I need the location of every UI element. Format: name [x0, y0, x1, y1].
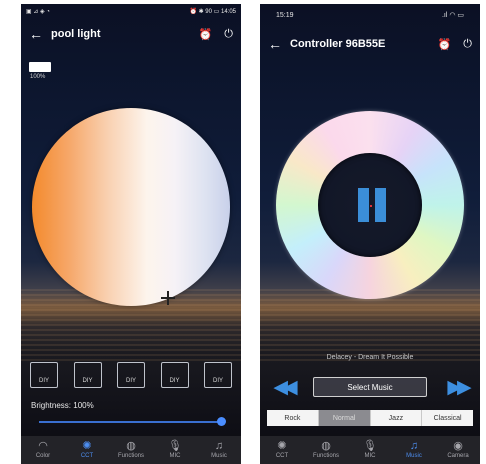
- status-right: .ıl ◠ ▭: [441, 12, 464, 19]
- nav-item-music[interactable]: ♫ Music: [197, 436, 241, 464]
- top-icons: ⏰ ⏻: [199, 28, 241, 41]
- nav-item-mic[interactable]: 🎙 MIC: [348, 436, 392, 464]
- alarm-clock-icon[interactable]: ⏰: [199, 28, 213, 41]
- back-arrow-icon[interactable]: ←: [21, 26, 51, 42]
- nav-label: CCT: [80, 453, 94, 459]
- nav-item-music[interactable]: ♫ Music: [392, 436, 436, 464]
- nav-label: MIC: [169, 453, 181, 459]
- music-screen: 15:19 .ıl ◠ ▭ ← Controller 96B55E ⏰ ⏻ De…: [260, 4, 480, 464]
- nav-item-mic[interactable]: 🎙 MIC: [153, 436, 197, 464]
- status-bar: 15:19 .ıl ◠ ▭: [260, 4, 480, 26]
- swatch-brightness-label: 100%: [30, 74, 46, 80]
- pause-icon-right-bar[interactable]: [375, 188, 386, 222]
- nav-item-camera[interactable]: ◉ Camera: [436, 436, 480, 464]
- music-controls: ◀◀ Select Music ▶▶: [266, 376, 474, 398]
- brightness-slider-track[interactable]: [39, 421, 223, 423]
- nav-item-color[interactable]: ◠ Color: [21, 436, 65, 464]
- genre-normal[interactable]: Normal: [318, 410, 371, 426]
- nav-label: Color: [35, 453, 51, 459]
- color-swatch: [29, 62, 51, 72]
- power-icon[interactable]: ⏻: [224, 28, 233, 41]
- cct-color-wheel[interactable]: [32, 108, 230, 306]
- microphone-icon: 🎙: [168, 440, 182, 452]
- camera-icon: ◉: [453, 440, 463, 452]
- diy-buttons: DIY DIY DIY DIY DIY: [30, 362, 232, 388]
- music-note-icon: ♫: [214, 440, 224, 452]
- stripes-ball-icon: ◍: [321, 440, 331, 452]
- nav-item-cct[interactable]: ✺ CCT: [65, 436, 109, 464]
- genre-rock[interactable]: Rock: [267, 410, 319, 426]
- nav-label: CCT: [275, 453, 289, 459]
- top-bar: ← Controller 96B55E ⏰ ⏻: [260, 31, 480, 57]
- power-icon[interactable]: ⏻: [463, 38, 472, 51]
- alarm-clock-icon[interactable]: ⏰: [438, 38, 452, 51]
- brightness-slider-knob[interactable]: [217, 417, 226, 426]
- stripes-ball-icon: ◍: [126, 440, 136, 452]
- song-title: Delacey - Dream It Possible: [326, 354, 414, 361]
- status-time: 15:19: [276, 11, 294, 19]
- page-title: Controller 96B55E: [290, 38, 386, 50]
- top-icons: ⏰ ⏻: [438, 38, 480, 51]
- pause-icon-left-bar[interactable]: [358, 188, 369, 222]
- pause-center-dot: [370, 205, 372, 207]
- diy-button-3[interactable]: DIY: [117, 362, 145, 388]
- nav-label: Functions: [312, 453, 339, 459]
- crosshair-icon[interactable]: [161, 291, 175, 305]
- microphone-icon: 🎙: [363, 440, 377, 452]
- nav-label: Functions: [117, 453, 144, 459]
- diy-button-2[interactable]: DIY: [73, 362, 102, 388]
- nav-item-cct[interactable]: ✺ CCT: [260, 436, 304, 464]
- cct-screen: ▣ ⊿ ◈ ◔ ⏰ ✱ 90 ▭ 14:05 ← pool light ⏰ ⏻ …: [21, 4, 241, 464]
- genre-jazz[interactable]: Jazz: [370, 410, 423, 426]
- genre-classical[interactable]: Classical: [422, 410, 473, 426]
- nav-label: MIC: [364, 453, 376, 459]
- nav-item-functions[interactable]: ◍ Functions: [304, 436, 348, 464]
- nav-item-functions[interactable]: ◍ Functions: [109, 436, 153, 464]
- nav-label: Camera: [447, 453, 469, 459]
- fast-forward-icon[interactable]: ▶▶: [440, 376, 474, 399]
- status-right: ⏰ ✱ 90 ▭ 14:05: [189, 8, 236, 15]
- nav-label: Music: [211, 453, 227, 459]
- diy-button-5[interactable]: DIY: [204, 362, 232, 388]
- page-title: pool light: [51, 28, 101, 40]
- status-bar: ▣ ⊿ ◈ ◔ ⏰ ✱ 90 ▭ 14:05: [21, 4, 241, 18]
- music-note-icon: ♫: [409, 440, 419, 452]
- select-music-button[interactable]: Select Music: [313, 377, 427, 397]
- bottom-nav: ✺ CCT ◍ Functions 🎙 MIC ♫ Music ◉ Camera: [260, 436, 480, 464]
- genre-selector: Rock Normal Jazz Classical: [267, 410, 473, 426]
- cct-ring-icon: ✺: [82, 440, 92, 452]
- diy-button-4[interactable]: DIY: [160, 362, 189, 388]
- top-bar: ← pool light ⏰ ⏻: [21, 20, 241, 48]
- status-left: ▣ ⊿ ◈ ◔: [26, 8, 50, 15]
- nav-label: Music: [406, 453, 422, 459]
- brightness-label: Brightness: 100%: [31, 401, 94, 410]
- diy-button-1[interactable]: DIY: [30, 362, 58, 388]
- rainbow-icon: ◠: [38, 440, 48, 452]
- cct-ring-icon: ✺: [277, 440, 287, 452]
- back-arrow-icon[interactable]: ←: [260, 36, 290, 52]
- bottom-nav: ◠ Color ✺ CCT ◍ Functions 🎙 MIC ♫ Music: [21, 436, 241, 464]
- rewind-icon[interactable]: ◀◀: [266, 376, 300, 399]
